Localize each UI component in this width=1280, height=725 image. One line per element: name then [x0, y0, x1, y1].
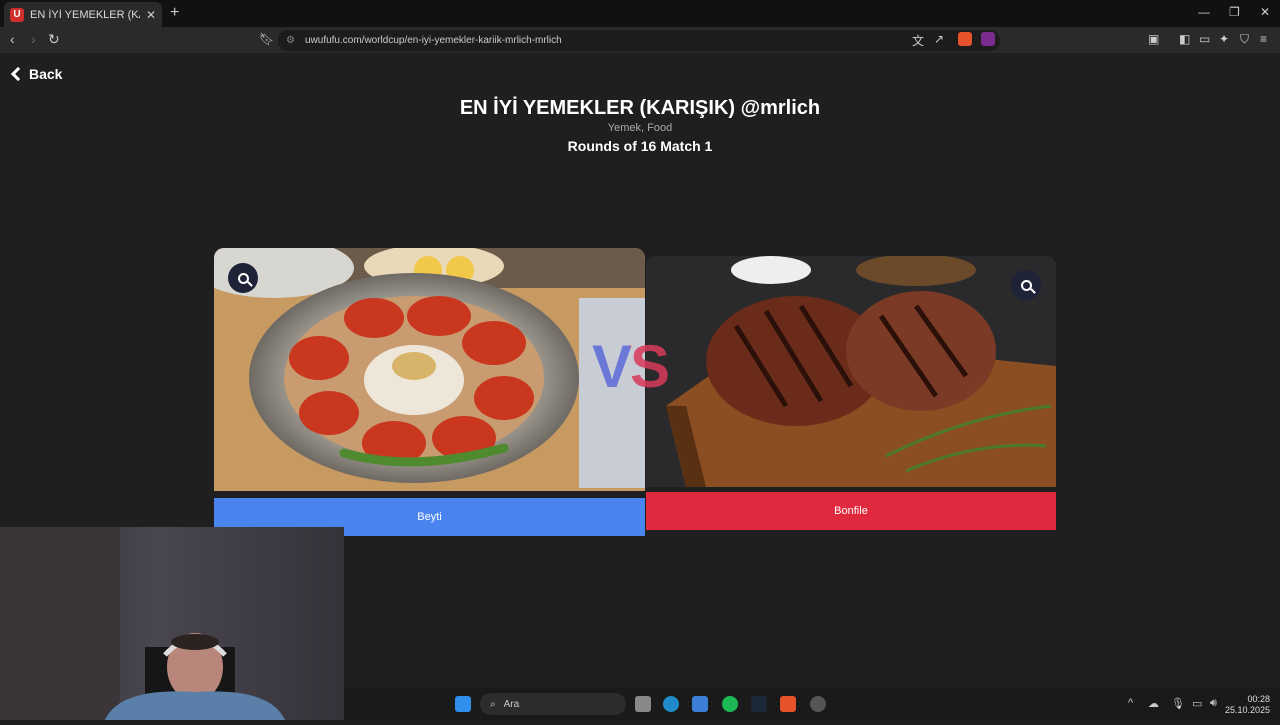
leo-ai-icon[interactable]: ✦ [1219, 32, 1229, 46]
maximize-icon[interactable]: ❐ [1229, 5, 1240, 19]
vpn-shield-icon[interactable]: ⛉ [1240, 32, 1249, 47]
option-image-right[interactable] [646, 256, 1056, 487]
page-categories: Yemek, Food [607, 122, 673, 134]
tab-title: EN İYİ YEMEKLER (KARIŞIK) @mrlich [30, 8, 140, 21]
clock-date: 25.10.2025 [1224, 705, 1270, 715]
reading-mode-icon[interactable]: ▣ [1148, 32, 1159, 46]
tab-close-icon[interactable]: ✕ [146, 8, 156, 22]
webcam-person-image [0, 527, 285, 720]
address-bar[interactable]: ⚙︎ uwufufu.com/worldcup/en-iyi-yemekler-… [278, 30, 1000, 51]
browser-tab[interactable]: U EN İYİ YEMEKLER (KARIŞIK) @mrlich ✕ [4, 2, 162, 27]
browser-tab-bar: U EN İYİ YEMEKLER (KARIŞIK) @mrlich ✕ + … [0, 0, 1280, 27]
vs-badge: VS [592, 332, 670, 401]
translate-icon[interactable]: 文 [912, 32, 924, 49]
network-icon[interactable]: ▭ [1192, 697, 1202, 710]
forward-nav-icon[interactable]: › [31, 31, 36, 47]
onedrive-icon[interactable]: ☁ [1148, 697, 1159, 710]
choice-button-right[interactable]: Bonfile [646, 492, 1056, 530]
choice-label-left: Beyti [417, 511, 442, 523]
steam-icon[interactable] [751, 696, 767, 712]
site-favicon-icon: U [10, 7, 24, 22]
microphone-icon[interactable]: 🎙︎ [1171, 697, 1185, 710]
vs-text: VS [592, 333, 670, 400]
brave-shields-icon[interactable] [958, 32, 972, 46]
sidebar-icon[interactable]: ◧ [1179, 32, 1190, 46]
chevron-left-icon [10, 66, 26, 82]
new-tab-button[interactable]: + [170, 4, 179, 22]
close-window-icon[interactable]: ✕ [1260, 5, 1270, 19]
volume-icon[interactable]: 🔊︎ [1210, 697, 1217, 710]
brave-browser-icon[interactable] [780, 696, 796, 712]
choice-label-right: Bonfile [834, 505, 868, 517]
beyti-image [214, 248, 645, 491]
app-icon[interactable] [810, 696, 826, 712]
system-clock[interactable]: 00:28 25.10.2025 [1225, 694, 1270, 716]
bookmark-icon[interactable]: 🔖︎ [259, 32, 274, 46]
os-taskbar: ⌕ Ara ^ ☁ 🎙︎ ▭ 🔊︎ 00:28 25.10.2025 [344, 688, 1280, 720]
menu-icon[interactable]: ≡ [1260, 32, 1267, 46]
clock-time: 00:28 [1247, 694, 1270, 704]
taskbar-search-placeholder: Ara [503, 698, 520, 710]
store-icon[interactable] [692, 696, 708, 712]
back-button[interactable]: Back [10, 66, 63, 82]
wallet-icon[interactable]: ▭ [1199, 32, 1210, 46]
option-image-left[interactable] [214, 248, 645, 491]
bonfile-image [646, 256, 1056, 487]
url-text: uwufufu.com/worldcup/en-iyi-yemekler-kar… [304, 35, 562, 46]
task-view-icon[interactable] [635, 696, 651, 712]
edge-icon[interactable] [663, 696, 679, 712]
zoom-in-icon [1020, 279, 1032, 291]
spotify-icon[interactable] [722, 696, 738, 712]
share-icon[interactable]: ↗ [934, 32, 944, 46]
minimize-icon[interactable]: — [1198, 5, 1210, 19]
tray-chevron-up-icon[interactable]: ^ [1128, 697, 1133, 709]
taskbar-search[interactable]: ⌕ Ara [480, 693, 626, 715]
zoom-in-button-left[interactable] [228, 263, 258, 293]
search-icon: ⌕ [490, 698, 496, 710]
back-nav-icon[interactable]: ‹ [10, 31, 15, 47]
windows-start-icon[interactable] [455, 696, 471, 712]
brave-rewards-icon[interactable] [981, 32, 995, 46]
reload-icon[interactable]: ↻ [48, 31, 60, 48]
site-info-icon[interactable]: ⚙︎ [286, 35, 295, 46]
zoom-in-button-right[interactable] [1011, 270, 1041, 300]
page-title: EN İYİ YEMEKLER (KARIŞIK) @mrlich [459, 97, 821, 119]
round-indicator: Rounds of 16 Match 1 [567, 138, 713, 154]
back-label: Back [29, 66, 63, 82]
webcam-overlay [0, 527, 344, 720]
zoom-in-icon [237, 272, 249, 284]
browser-toolbar: ‹ › ↻ 🔖︎ ⚙︎ uwufufu.com/worldcup/en-iyi-… [0, 27, 1280, 53]
